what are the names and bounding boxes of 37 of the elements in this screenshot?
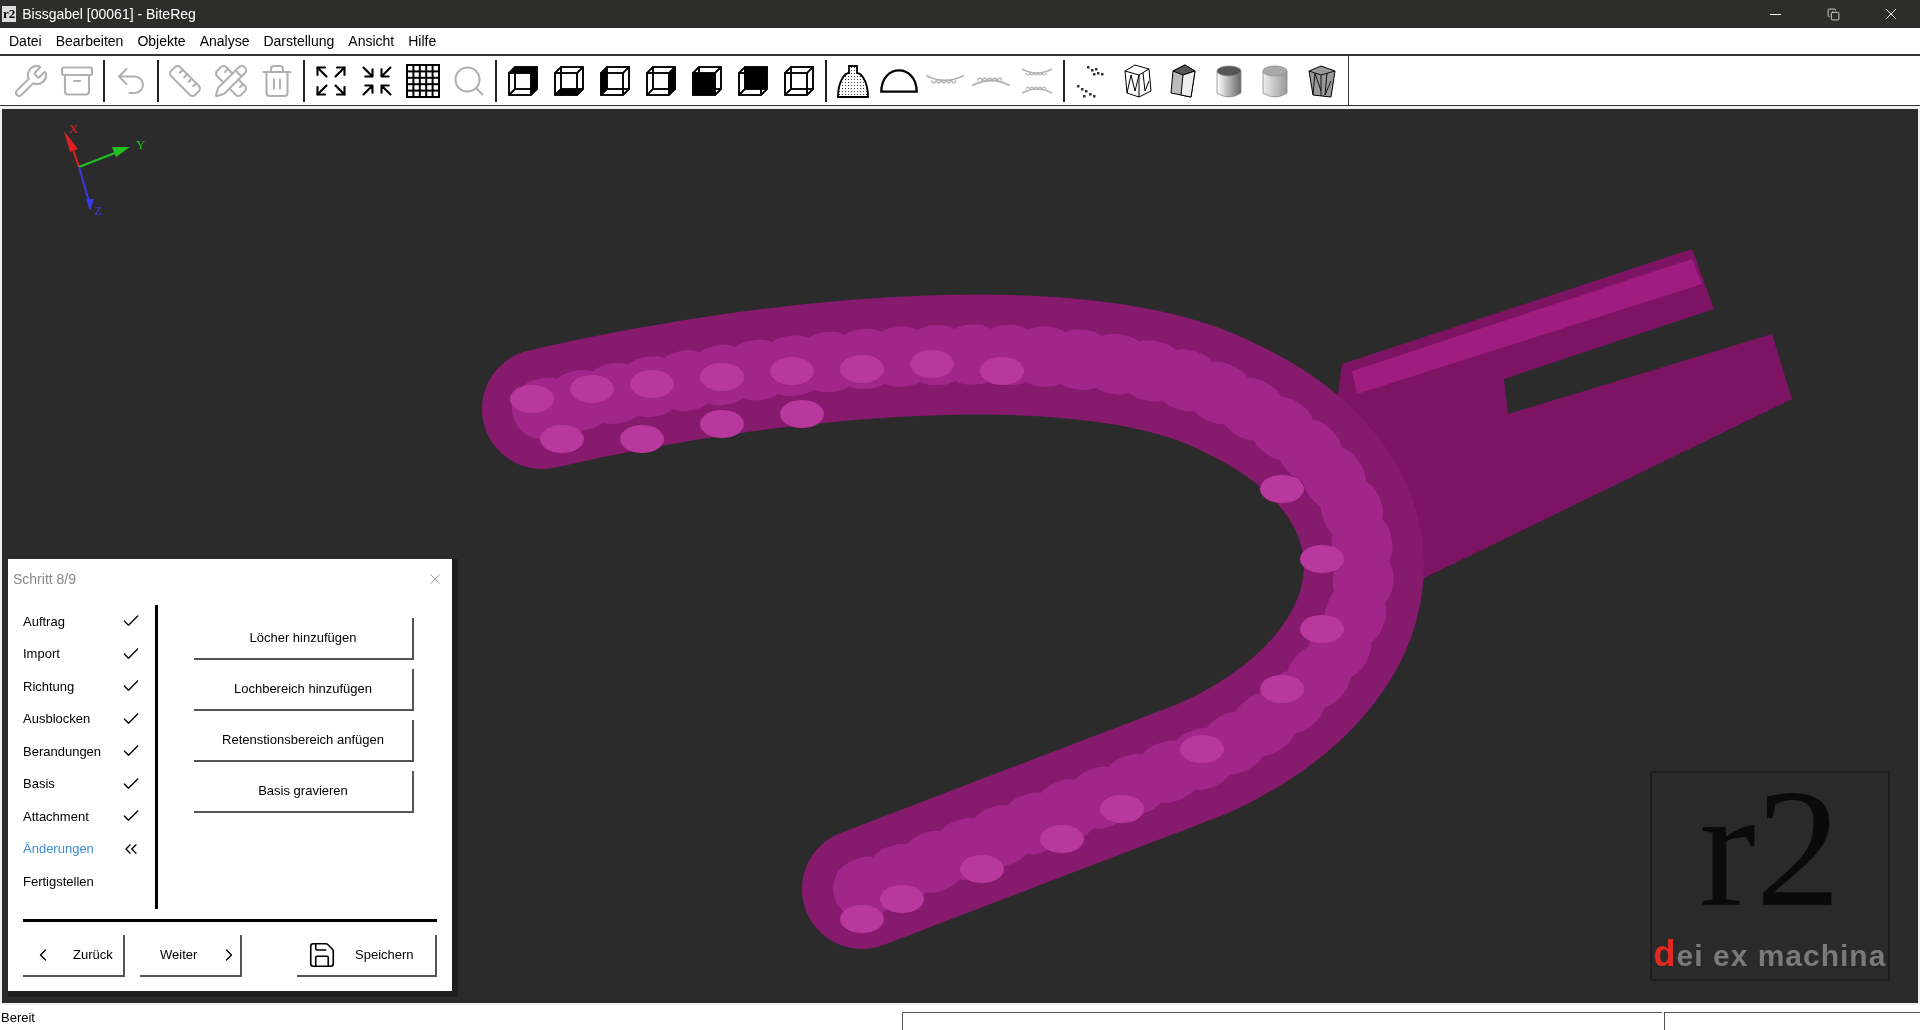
step-label[interactable]: Attachment [23,806,89,826]
menu-item[interactable]: Objekte [130,30,193,52]
next-button[interactable]: Weiter [140,935,242,977]
menu-item[interactable]: Darstellung [256,30,342,52]
step-label[interactable]: Basis [23,774,55,794]
step-label[interactable]: Import [23,644,60,664]
action-button[interactable]: Retenstionsbereich anfügen [194,720,414,762]
step-label[interactable]: Berandungen [23,741,102,761]
ruler-pencil-icon [213,62,249,99]
arch-icon [879,68,919,93]
axis-label: X [69,121,79,136]
menu-item[interactable]: Bearbeiten [48,30,131,52]
window-title: Bissgabel [00061] - BiteReg [22,4,196,24]
action-button[interactable]: Basis gravieren [194,771,414,813]
axis-label: Z [94,203,102,218]
ruler-icon [167,62,203,99]
menu-item[interactable]: Analyse [192,30,257,52]
app-icon: r2 [2,6,17,22]
status-text: Bereit [0,1008,35,1027]
minimize-icon [1769,13,1781,15]
step-label[interactable]: Auftrag [23,611,65,631]
step-label[interactable]: Richtung [23,676,75,696]
menu-item[interactable]: Datei [2,30,49,52]
menu-item[interactable]: Hilfe [401,30,444,52]
step-label[interactable]: Ausblocken [23,709,91,729]
restore-icon [1826,7,1840,21]
menu-item[interactable]: Ansicht [341,30,402,52]
step-label[interactable]: Fertigstellen [23,871,94,891]
wrench-icon [13,62,49,99]
axis-label: Y [136,137,146,152]
save-button[interactable]: Speichern [297,935,437,977]
action-button[interactable]: Löcher hinzufügen [194,618,414,660]
action-button[interactable]: Lochbereich hinzufügen [194,669,414,711]
back-button[interactable]: Zurück [23,935,125,977]
step-label[interactable]: Änderungen [23,839,94,859]
panel-title: Schritt 8/9 [13,569,77,589]
logo-tagline: dei ex machina [1653,932,1887,976]
